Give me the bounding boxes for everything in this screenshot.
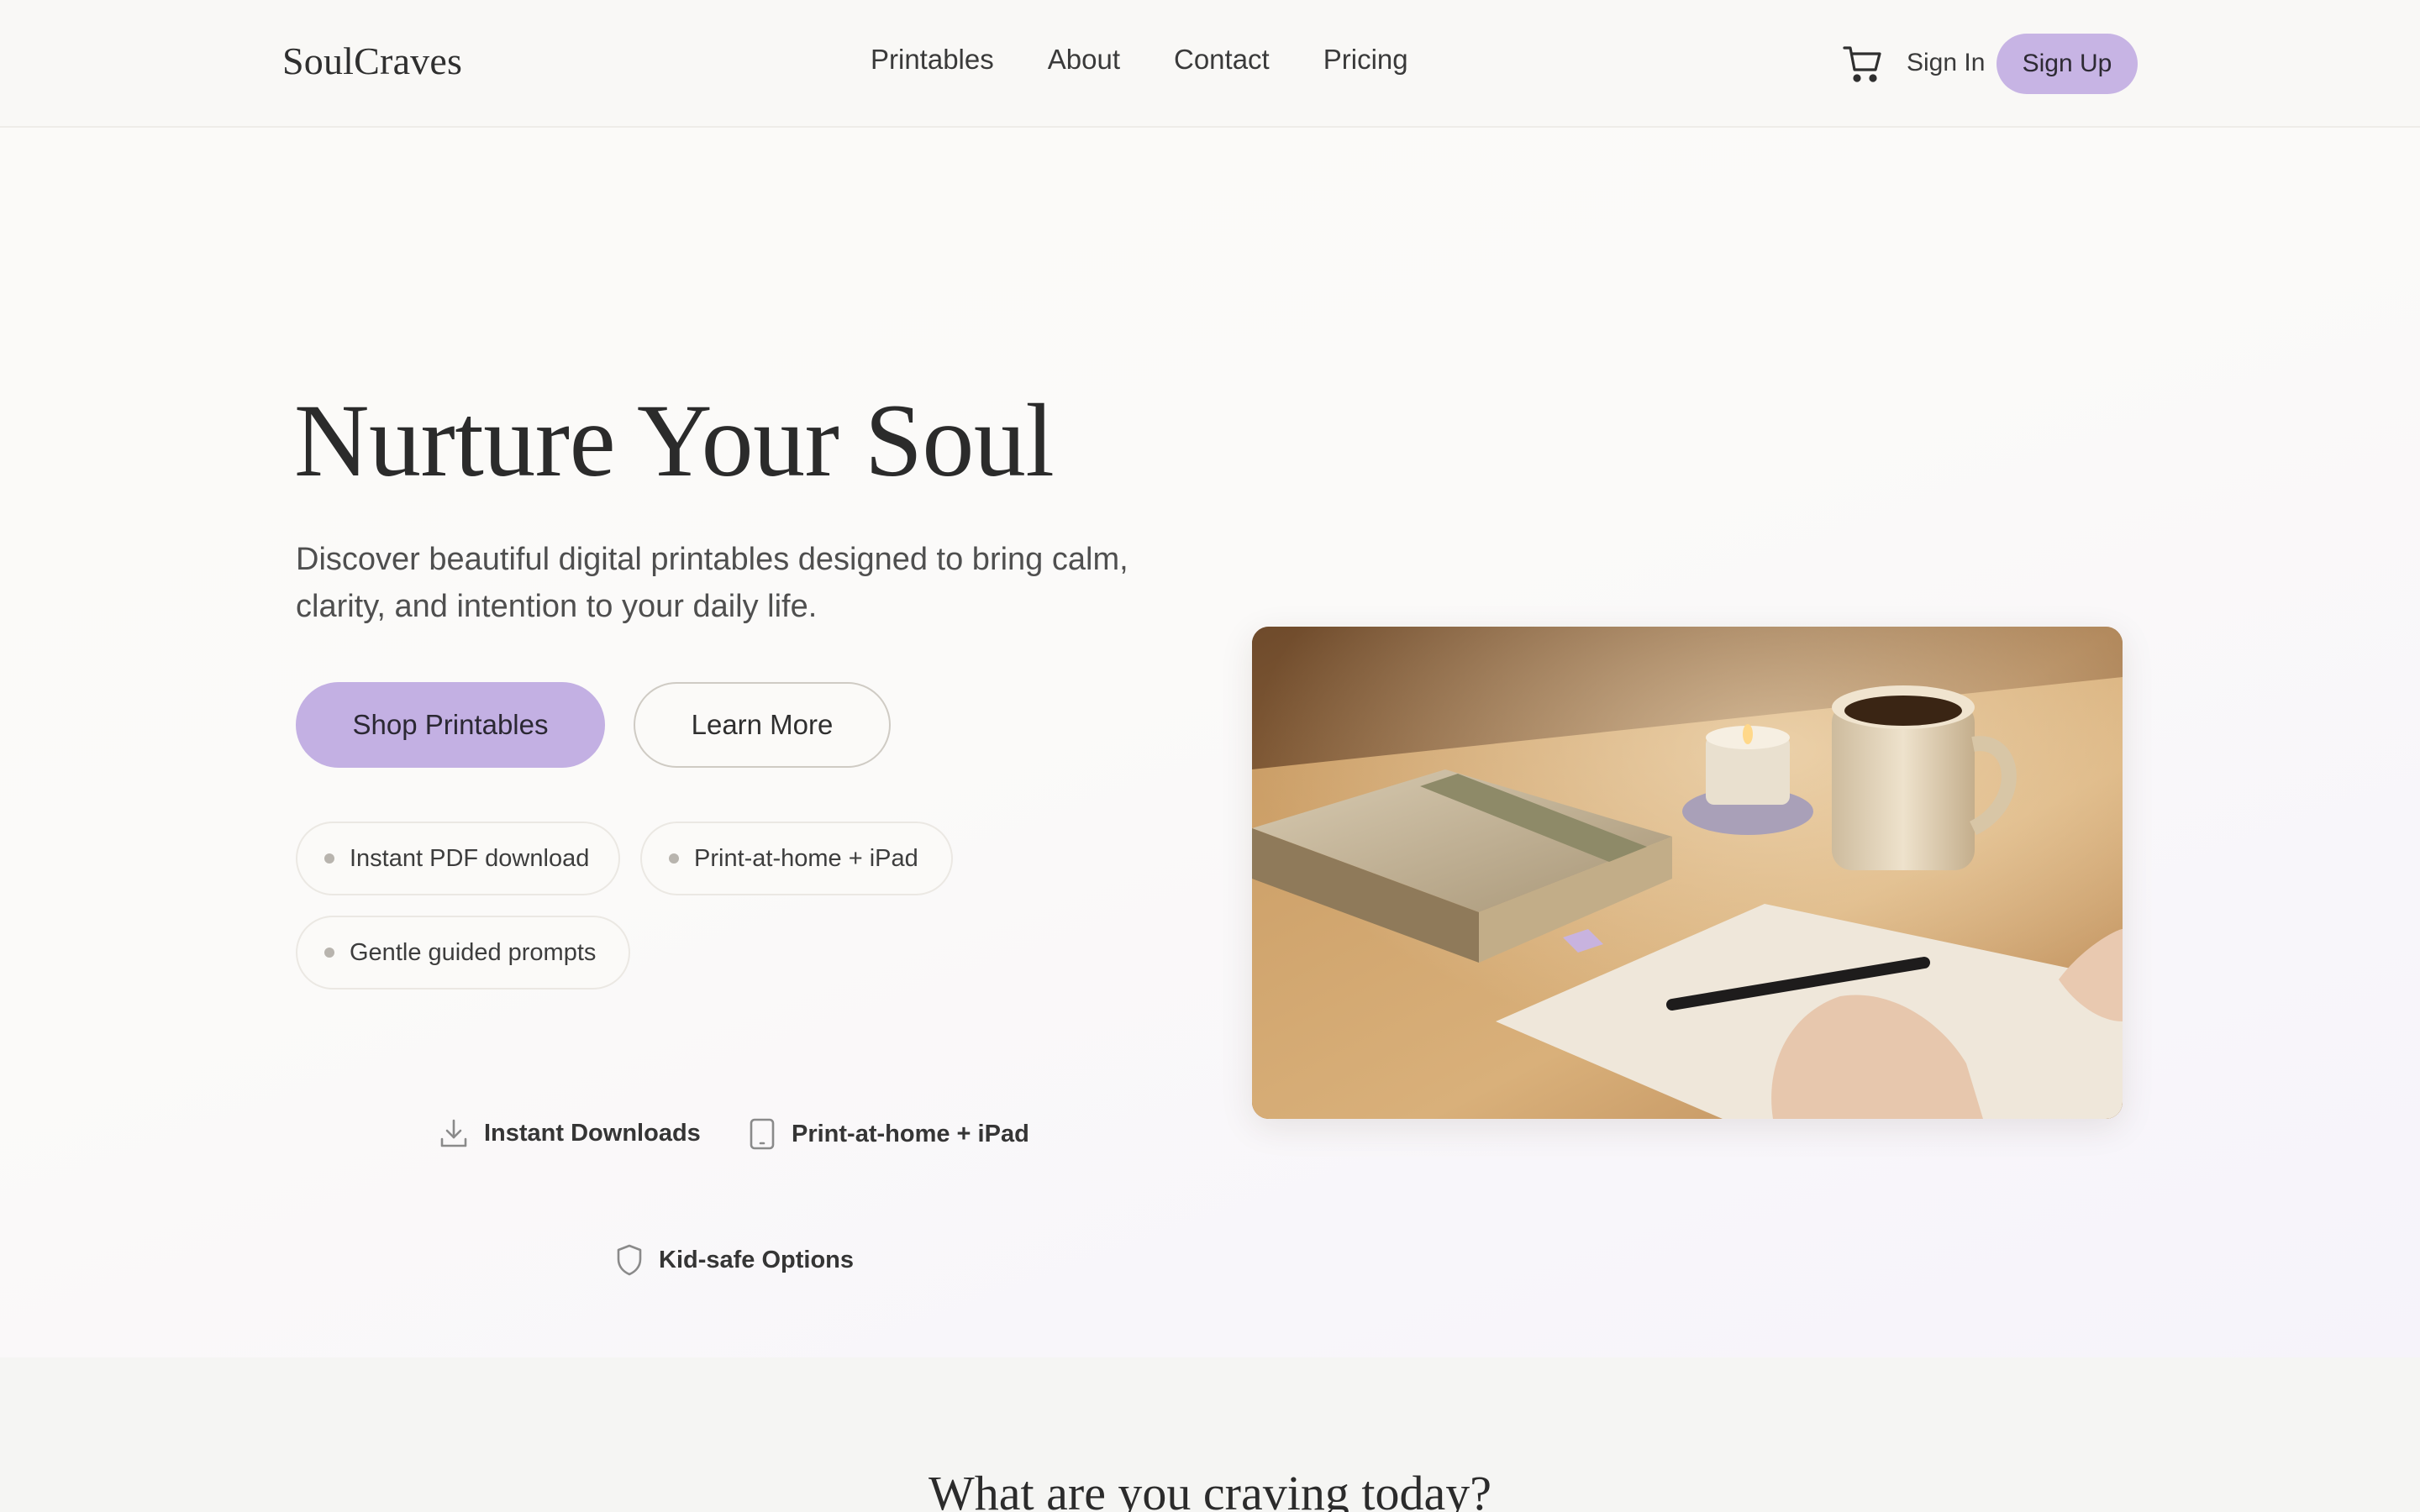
- chip-label: Print-at-home + iPad: [694, 844, 918, 872]
- nav-link-pricing[interactable]: Pricing: [1323, 44, 1408, 76]
- chip-label: Gentle guided prompts: [350, 938, 597, 966]
- journal-coffee-illustration: [1252, 627, 2123, 1119]
- hero-subtitle: Discover beautiful digital printables de…: [296, 542, 1128, 624]
- categories-section: What are you craving today?: [0, 1357, 2420, 1512]
- hero-title: Nurture Your Soul: [294, 383, 1055, 498]
- shield-icon: [617, 1244, 642, 1276]
- feature-label: Kid-safe Options: [659, 1246, 855, 1273]
- brand-logo[interactable]: SoulCraves: [282, 39, 462, 83]
- cart-icon[interactable]: [1842, 44, 1884, 84]
- download-icon: [440, 1119, 467, 1147]
- feature-kid-safe: Kid-safe Options: [615, 1243, 854, 1277]
- feature-instant-downloads: Instant Downloads: [439, 1117, 701, 1149]
- chip-guided-prompts: Gentle guided prompts: [296, 916, 630, 990]
- hero-section: Nurture Your Soul Discover beautiful dig…: [0, 129, 2420, 1357]
- chip-print-ipad: Print-at-home + iPad: [640, 822, 953, 895]
- bullet-dot-icon: [324, 948, 334, 958]
- sign-in-link[interactable]: Sign In: [1907, 49, 1985, 77]
- feature-label: Instant Downloads: [484, 1119, 701, 1147]
- tablet-icon: [750, 1118, 775, 1150]
- chip-label: Instant PDF download: [350, 844, 590, 872]
- feature-label: Print-at-home + iPad: [792, 1120, 1029, 1147]
- learn-more-button[interactable]: Learn More: [634, 682, 891, 768]
- bullet-dot-icon: [324, 853, 334, 864]
- hero-journal-image: [1252, 627, 2123, 1119]
- bullet-dot-icon: [669, 853, 679, 864]
- section-title: What are you craving today?: [929, 1466, 1491, 1512]
- top-navigation: SoulCraves Printables About Contact Pric…: [0, 0, 2420, 128]
- shop-printables-button[interactable]: Shop Printables: [296, 682, 605, 768]
- feature-print-ipad: Print-at-home + iPad: [748, 1117, 1029, 1151]
- nav-link-about[interactable]: About: [1048, 44, 1120, 76]
- sign-up-button[interactable]: Sign Up: [1996, 34, 2138, 94]
- chip-instant-pdf: Instant PDF download: [296, 822, 620, 895]
- nav-links: Printables About Contact Pricing: [871, 44, 1408, 76]
- nav-link-contact[interactable]: Contact: [1174, 44, 1270, 76]
- nav-link-printables[interactable]: Printables: [871, 44, 994, 76]
